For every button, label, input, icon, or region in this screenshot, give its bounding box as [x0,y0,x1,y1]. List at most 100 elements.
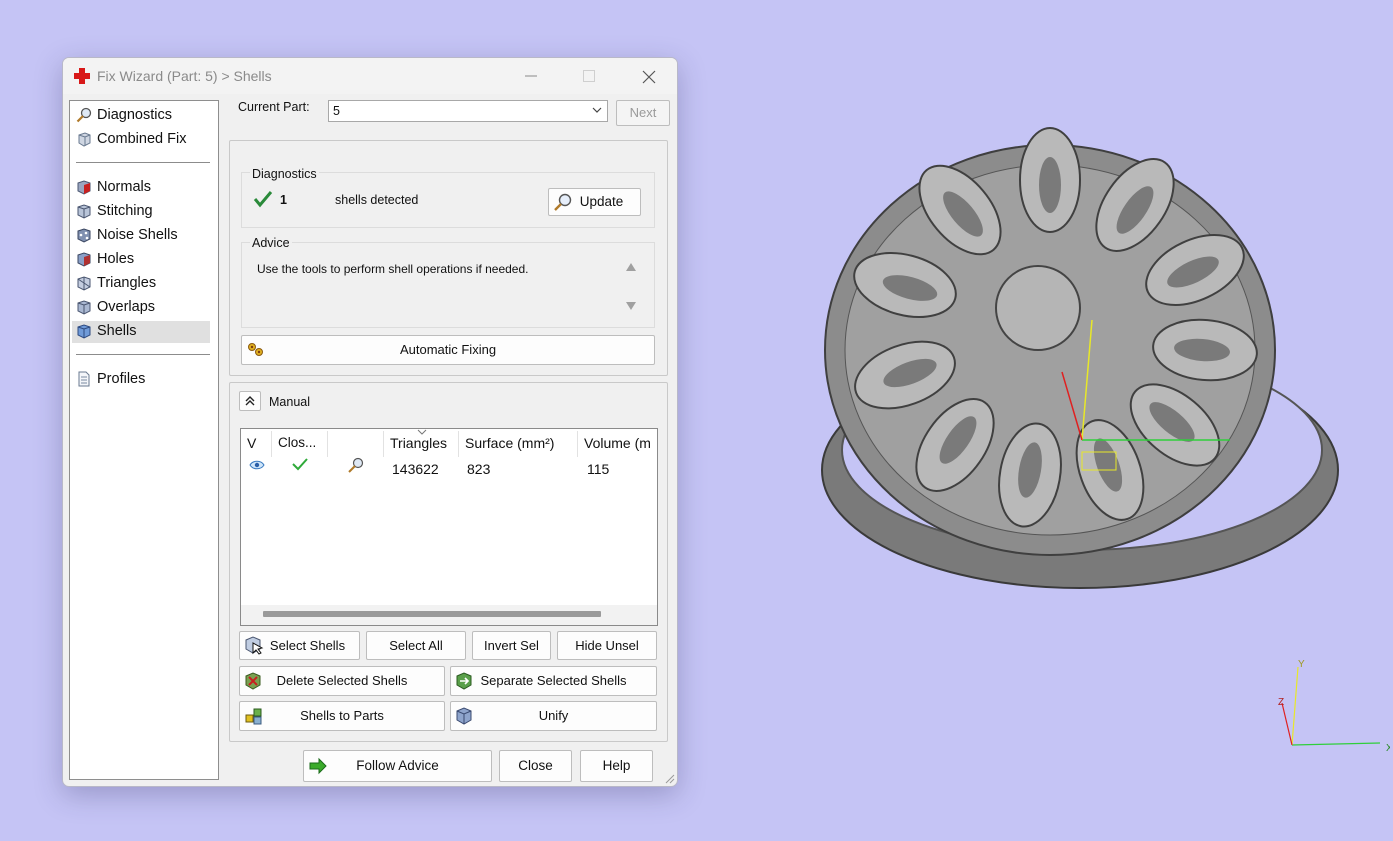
nav-item-profiles[interactable]: Profiles [72,369,210,391]
hide-unsel-button[interactable]: Hide Unsel [557,631,657,660]
nav-item-shells[interactable]: Shells [72,321,210,343]
column-header-visible[interactable]: V [247,435,256,451]
column-header-triangles[interactable]: Triangles [390,435,447,451]
shells-to-parts-label: Shells to Parts [300,708,384,723]
normals-cube-icon [77,180,91,195]
scrollbar-thumb[interactable] [263,611,601,617]
noise-shells-icon [77,228,91,243]
unify-label: Unify [538,708,569,723]
follow-advice-button[interactable]: Follow Advice [303,750,492,782]
invert-sel-button[interactable]: Invert Sel [472,631,551,660]
delete-shell-icon [245,672,261,690]
magnifier-icon [554,193,572,211]
maximize-button[interactable] [567,58,611,94]
select-shells-button[interactable]: Select Shells [239,631,360,660]
checkmark-icon [253,191,273,208]
update-button[interactable]: Update [548,188,641,216]
nav-label: Diagnostics [97,107,172,123]
delete-selected-label: Delete Selected Shells [276,673,408,688]
next-button[interactable]: Next [616,100,670,126]
shells-detected-text: shells detected [335,193,419,207]
advice-text: Use the tools to perform shell operation… [257,262,529,276]
hide-unsel-label: Hide Unsel [575,638,639,653]
help-button[interactable]: Help [580,750,653,782]
collapse-manual-button[interactable] [239,391,261,411]
shells-cube-icon [77,324,91,339]
stitching-cube-icon [77,204,91,219]
holes-cube-icon [77,252,91,267]
next-label: Next [629,105,657,120]
fix-wizard-dialog: Fix Wizard (Part: 5) > Shells Diagnostic… [62,57,678,787]
eye-icon[interactable] [249,459,265,471]
minimize-button[interactable] [509,58,553,94]
nav-label: Noise Shells [97,227,178,243]
manual-label: Manual [269,395,310,409]
nav-label: Shells [97,323,137,339]
resize-grip-icon[interactable] [663,772,675,784]
nav-item-normals[interactable]: Normals [72,177,210,199]
flowers-icon [248,343,263,356]
close-icon [642,70,656,84]
nav-item-noise-shells[interactable]: Noise Shells [72,225,210,247]
shells-to-parts-icon [245,708,262,725]
advice-text-area[interactable]: Use the tools to perform shell operation… [251,256,621,318]
column-header-closed[interactable]: Clos... [278,435,316,450]
column-divider [383,431,384,457]
advice-label: Advice [250,236,292,250]
nav-label: Combined Fix [97,131,187,147]
select-all-label: Select All [389,638,443,653]
delete-selected-shells-button[interactable]: Delete Selected Shells [239,666,445,696]
nav-item-combined-fix[interactable]: Combined Fix [72,129,210,151]
column-header-surface[interactable]: Surface (mm²) [465,435,554,451]
ring-model[interactable] [810,100,1350,600]
follow-advice-label: Follow Advice [356,758,439,773]
nav-item-holes[interactable]: Holes [72,249,210,271]
shell-count: 1 [280,193,287,207]
nav-divider [76,162,210,163]
nav-label: Profiles [97,371,146,387]
magnifier-icon[interactable] [347,456,365,474]
shells-table[interactable]: V Clos... Triangles Surface (mm²) Volume… [240,428,658,626]
shells-to-parts-button[interactable]: Shells to Parts [239,701,445,731]
separate-selected-shells-button[interactable]: Separate Selected Shells [450,666,657,696]
red-cross-icon [74,68,90,84]
axis-label-z: Z [1278,697,1284,708]
nav-label: Normals [97,179,151,195]
help-label: Help [602,758,631,773]
separate-selected-label: Separate Selected Shells [480,673,627,688]
automatic-fixing-button[interactable]: Automatic Fixing [241,335,655,365]
closed-check-icon [292,458,308,471]
column-header-volume[interactable]: Volume (m [584,435,651,451]
separate-shell-icon [456,672,472,690]
nav-item-overlaps[interactable]: Overlaps [72,297,210,319]
overlaps-cube-icon [77,300,91,315]
current-part-label: Current Part: [238,100,310,114]
nav-item-diagnostics[interactable]: Diagnostics [72,105,210,127]
nav-divider [76,354,210,355]
surface-value: 823 [467,461,491,477]
current-part-value: 5 [333,104,340,118]
horizontal-scrollbar[interactable] [241,605,657,625]
select-cube-cursor-icon [245,636,264,655]
close-button[interactable]: Close [499,750,572,782]
current-part-select[interactable]: 5 [328,100,608,122]
triangles-cube-icon [77,276,91,291]
nav-label: Holes [97,251,135,267]
title-bar[interactable]: Fix Wizard (Part: 5) > Shells [63,58,677,94]
unify-cube-icon [456,707,472,725]
nav-label: Triangles [97,275,157,291]
volume-value: 115 [587,461,610,477]
scroll-up-icon[interactable] [626,263,636,271]
column-divider [458,431,459,457]
nav-item-triangles[interactable]: Triangles [72,273,210,295]
scroll-down-icon[interactable] [626,302,636,310]
nav-item-stitching[interactable]: Stitching [72,201,210,223]
triangles-value: 143622 [392,461,439,477]
axis-triad-icon: X Y Z [1278,659,1390,754]
close-label: Close [518,758,553,773]
document-icon [78,371,90,387]
close-window-button[interactable] [626,58,670,94]
unify-button[interactable]: Unify [450,701,657,731]
column-divider [577,431,578,457]
select-all-button[interactable]: Select All [366,631,466,660]
